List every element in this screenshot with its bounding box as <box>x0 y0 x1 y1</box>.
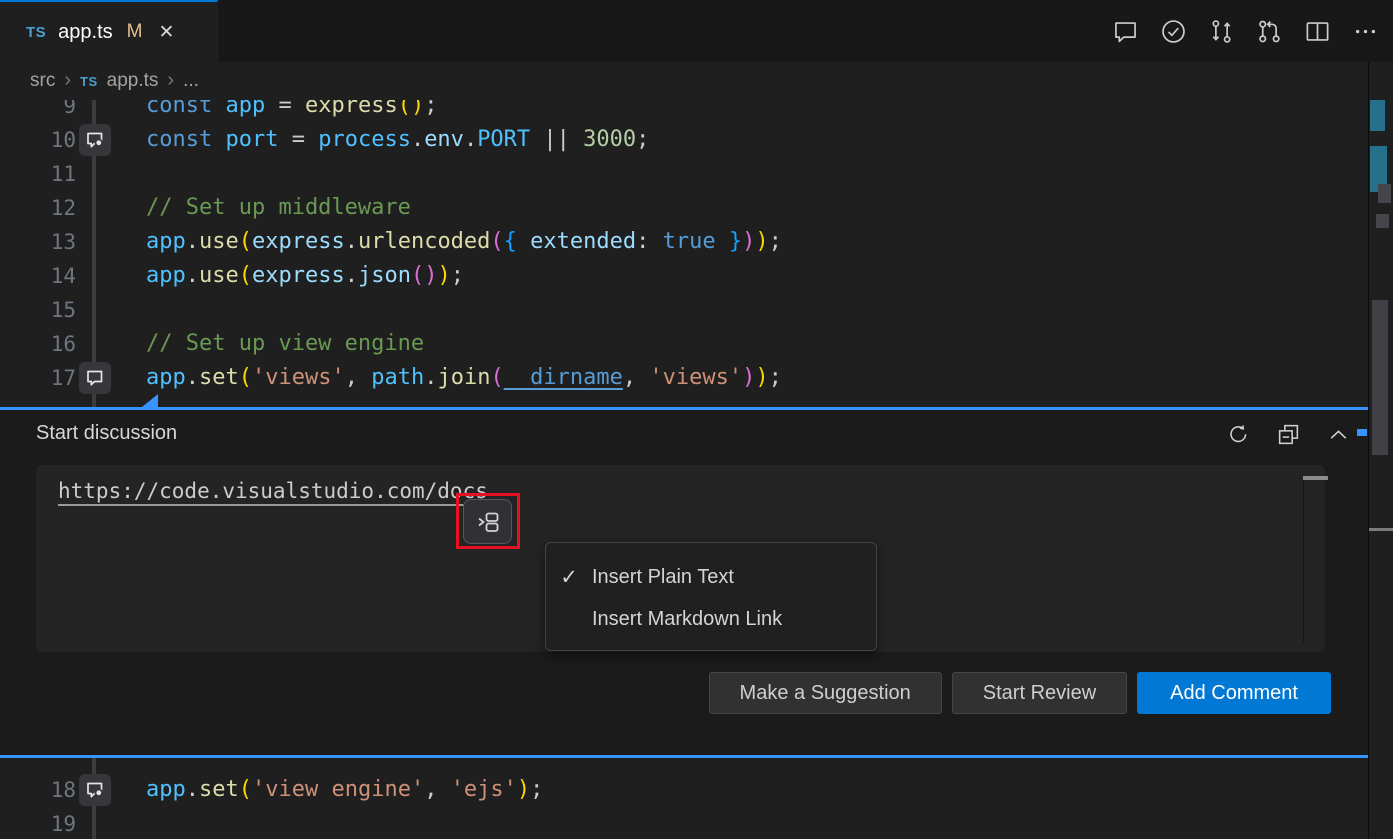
discussion-title: Start discussion <box>36 422 177 445</box>
chevron-up-icon[interactable] <box>1325 421 1352 448</box>
code-line[interactable]: 9 const app = express(); <box>0 100 1368 123</box>
menu-item-insert-plain-text[interactable]: ✓ Insert Plain Text <box>546 556 876 598</box>
code-line[interactable]: 18 app.set('view engine', 'ejs'); <box>0 773 1368 807</box>
overview-ruler-comment-mark <box>1357 429 1367 436</box>
comment-widget-arrow <box>142 394 158 407</box>
line-number: 14 <box>0 259 76 293</box>
textarea-scrollbar-thumb[interactable] <box>1303 476 1328 480</box>
code-line[interactable]: 16 // Set up view engine <box>0 327 1368 361</box>
comment-actions: Make a Suggestion Start Review Add Comme… <box>709 672 1331 714</box>
tab-bar: TS app.ts M ✕ <box>0 0 1393 62</box>
code-text: const app = express(); <box>146 100 437 123</box>
code-text: app.set('views', path.join(__dirname, 'v… <box>146 361 782 395</box>
line-number: 19 <box>0 807 76 839</box>
paste-options-button[interactable] <box>463 499 512 544</box>
typescript-file-icon: TS <box>26 24 46 41</box>
start-review-button[interactable]: Start Review <box>952 672 1127 714</box>
chevron-right-icon: › <box>167 69 174 92</box>
insert-paste-options-icon <box>474 508 501 535</box>
check-circle-icon[interactable] <box>1160 18 1187 45</box>
code-line[interactable]: 17 app.set('views', path.join(__dirname, … <box>0 361 1368 395</box>
code-line[interactable]: 12 // Set up middleware <box>0 191 1368 225</box>
tab-app-ts[interactable]: TS app.ts M ✕ <box>0 0 218 62</box>
line-number: 9 <box>0 100 76 123</box>
overview-ruler-mark <box>1378 184 1391 203</box>
refresh-icon[interactable] <box>1225 421 1252 448</box>
line-number: 10 <box>0 123 76 157</box>
comment-input-text[interactable]: https://code.visualstudio.com/docs <box>58 479 488 503</box>
code-editor-bottom[interactable]: 18 app.set('view engine', 'ejs'); 19 <box>0 758 1368 839</box>
editor-actions <box>1112 0 1379 62</box>
add-comment-button[interactable]: Add Comment <box>1137 672 1331 714</box>
comment-discussion-icon[interactable] <box>1112 18 1139 45</box>
make-suggestion-button[interactable]: Make a Suggestion <box>709 672 942 714</box>
scrollbar-thumb[interactable] <box>1372 300 1388 455</box>
code-text: // Set up middleware <box>146 191 411 225</box>
compare-changes-icon[interactable] <box>1208 18 1235 45</box>
code-line[interactable]: 14 app.use(express.json()); <box>0 259 1368 293</box>
line-number: 13 <box>0 225 76 259</box>
code-line[interactable]: 15 <box>0 293 1368 327</box>
line-number: 16 <box>0 327 76 361</box>
code-text: // Set up view engine <box>146 327 424 361</box>
more-actions-icon[interactable] <box>1352 18 1379 45</box>
line-number: 15 <box>0 293 76 327</box>
code-editor-top[interactable]: 9 const app = express(); 10 const port = pr… <box>0 100 1368 407</box>
git-modified-badge: M <box>127 21 143 43</box>
breadcrumb-file[interactable]: app.ts <box>107 70 159 92</box>
breadcrumb: src › TS app.ts › ... <box>0 62 1393 100</box>
line-number: 17 <box>0 361 76 395</box>
git-pull-request-icon[interactable] <box>1256 18 1283 45</box>
code-line[interactable]: 19 <box>0 807 1368 839</box>
scrollbar-divider <box>1369 528 1393 531</box>
overview-ruler-mark <box>1370 100 1385 131</box>
comment-glyph-icon[interactable] <box>79 362 111 394</box>
collapse-all-icon[interactable] <box>1275 421 1302 448</box>
editor-scrollbar-strip <box>1368 62 1393 839</box>
code-line[interactable]: 11 <box>0 157 1368 191</box>
split-editor-icon[interactable] <box>1304 18 1331 45</box>
code-text: app.use(express.urlencoded({ extended: t… <box>146 225 782 259</box>
breadcrumb-symbol[interactable]: ... <box>183 70 199 92</box>
chevron-right-icon: › <box>64 69 71 92</box>
tab-label: app.ts <box>58 21 112 44</box>
checkmark-icon: ✓ <box>546 565 592 590</box>
close-icon[interactable]: ✕ <box>158 21 174 44</box>
line-number: 11 <box>0 157 76 191</box>
textarea-scrollbar-track <box>1303 481 1304 642</box>
code-text: const port = process.env.PORT || 3000; <box>146 123 649 157</box>
code-text: app.set('view engine', 'ejs'); <box>146 773 543 807</box>
line-number: 12 <box>0 191 76 225</box>
typescript-file-icon: TS <box>80 74 98 89</box>
code-text: app.use(express.json()); <box>146 259 464 293</box>
comment-thread-widget: Start discussion https://code.visualstud… <box>0 407 1368 758</box>
code-line[interactable]: 10 const port = process.env.PORT || 3000; <box>0 123 1368 157</box>
line-number: 18 <box>0 773 76 807</box>
comment-glyph-icon[interactable] <box>79 774 111 806</box>
overview-ruler-mark <box>1376 214 1389 228</box>
menu-item-insert-markdown-link[interactable]: Insert Markdown Link <box>546 598 876 640</box>
breadcrumb-folder[interactable]: src <box>30 70 55 92</box>
comment-glyph-icon[interactable] <box>79 124 111 156</box>
paste-options-menu: ✓ Insert Plain Text Insert Markdown Link <box>545 542 877 651</box>
code-line[interactable]: 13 app.use(express.urlencoded({ extended:… <box>0 225 1368 259</box>
